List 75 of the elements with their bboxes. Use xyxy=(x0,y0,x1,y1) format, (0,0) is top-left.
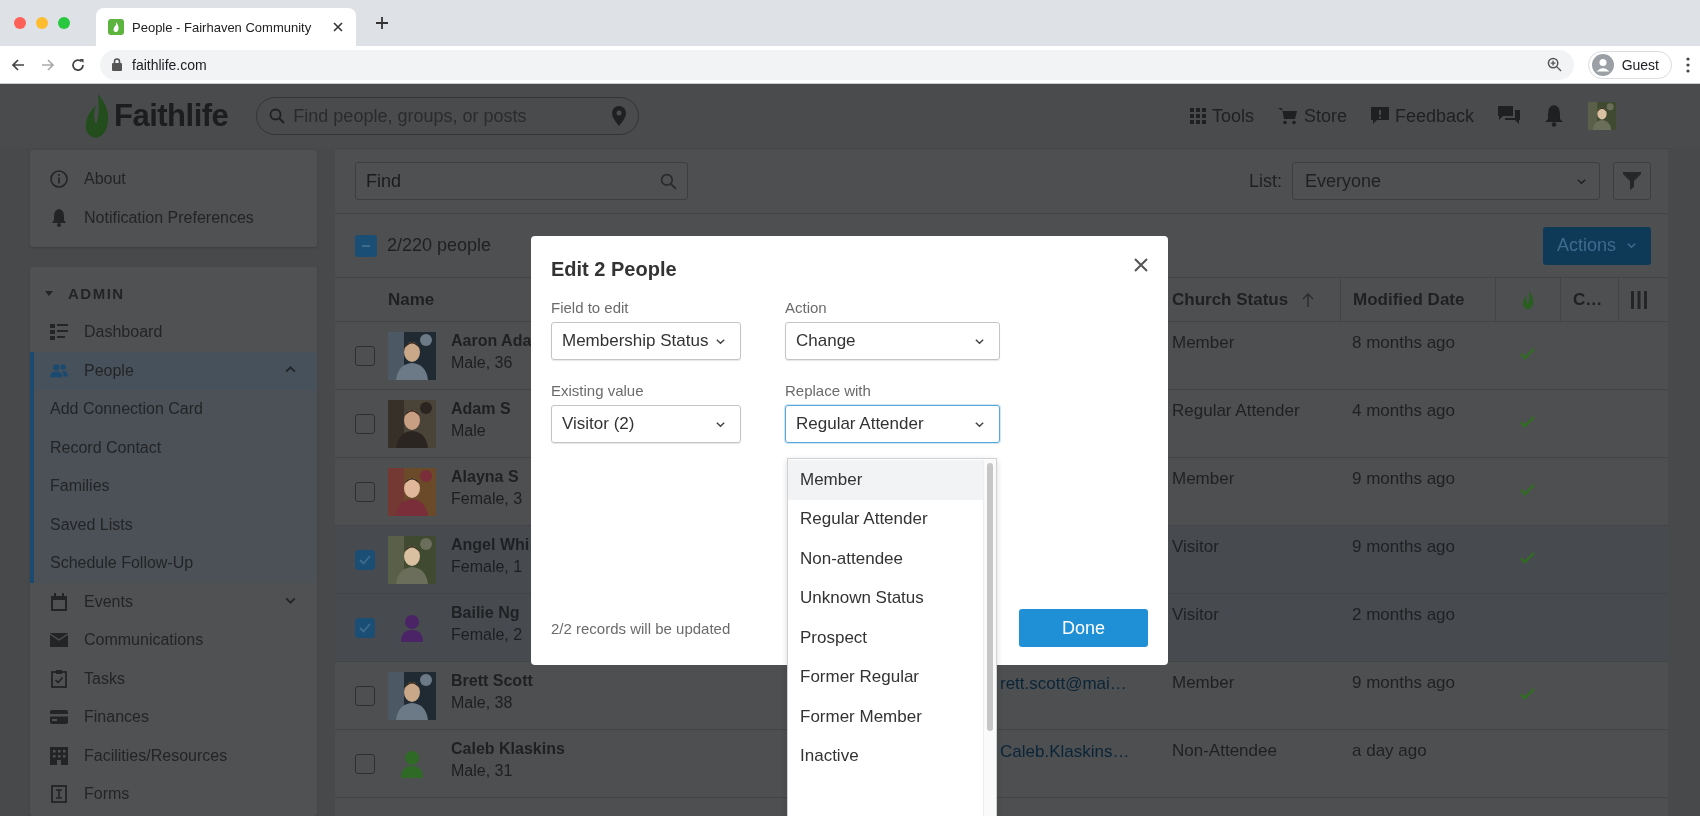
dropdown-option[interactable]: Regular Attender xyxy=(788,499,983,539)
envelope-icon xyxy=(50,633,68,648)
sort-arrow-icon[interactable] xyxy=(1302,291,1315,308)
field-label: Existing value xyxy=(551,382,645,399)
close-icon[interactable] xyxy=(1134,258,1148,272)
row-checkbox[interactable] xyxy=(355,414,375,434)
calendar-icon xyxy=(51,592,67,611)
browser-tab[interactable]: People - Fairhaven Community xyxy=(96,8,356,46)
cart-icon xyxy=(1277,107,1298,125)
scrollbar[interactable] xyxy=(983,460,996,816)
caret-icon xyxy=(44,288,54,298)
address-bar[interactable]: faithlife.com xyxy=(100,49,1574,80)
row-checkbox[interactable] xyxy=(355,686,375,706)
status-text: 2/2 records will be updated xyxy=(551,619,731,637)
building-icon xyxy=(50,746,68,765)
dropdown-option[interactable]: Prospect xyxy=(788,618,983,658)
tab-title: People - Fairhaven Community xyxy=(132,19,313,35)
funnel-icon xyxy=(1623,172,1641,190)
form-icon xyxy=(51,785,67,804)
reload-icon[interactable] xyxy=(70,56,86,73)
flame-icon xyxy=(108,19,124,35)
people-icon xyxy=(50,362,68,379)
checkmark-icon xyxy=(359,623,371,633)
row-checkbox[interactable] xyxy=(355,550,375,570)
grid-icon xyxy=(1189,108,1206,124)
select-field[interactable]: Change xyxy=(785,322,1000,360)
field-label: Action xyxy=(785,299,828,316)
menu-icon[interactable] xyxy=(1686,56,1690,73)
field-label: Field to edit xyxy=(551,299,630,316)
row-checkbox[interactable] xyxy=(355,346,375,366)
back-arrow-icon[interactable] xyxy=(10,56,26,73)
select-field[interactable]: Visitor (2) xyxy=(551,405,741,443)
info-icon xyxy=(50,170,68,189)
map-pin-icon[interactable] xyxy=(612,106,627,126)
dropdown-option[interactable]: Former Member xyxy=(788,697,983,737)
search-icon xyxy=(660,172,677,190)
search-icon xyxy=(269,108,286,124)
email-link[interactable]: rett.scott@mai… xyxy=(1000,674,1127,693)
chat-icon[interactable] xyxy=(1498,106,1520,126)
columns-icon[interactable] xyxy=(1631,290,1647,309)
dropdown-option[interactable]: Inactive xyxy=(788,736,983,776)
dropdown-option[interactable]: Non-attendee xyxy=(788,539,983,579)
select-field[interactable]: Regular Attender xyxy=(785,405,1000,443)
forward-arrow-icon[interactable] xyxy=(40,56,56,73)
row-checkbox[interactable] xyxy=(355,754,375,774)
chevron-icon xyxy=(1626,240,1637,251)
zoom-icon[interactable] xyxy=(1546,57,1562,72)
minimize-window-button[interactable] xyxy=(36,17,48,29)
user-icon xyxy=(1591,53,1614,76)
clipboard-check-icon xyxy=(51,669,67,688)
dropdown-option[interactable]: Member xyxy=(788,460,983,500)
credit-card-icon xyxy=(50,710,68,725)
flame-logo-icon xyxy=(84,94,110,138)
select-all-checkbox[interactable] xyxy=(355,234,377,257)
dialog-title: Edit 2 People xyxy=(551,258,677,281)
close-icon[interactable] xyxy=(332,21,344,33)
field-label: Replace with xyxy=(785,382,872,399)
close-window-button[interactable] xyxy=(14,17,26,29)
lock-icon xyxy=(112,58,122,71)
bell-icon xyxy=(51,208,67,227)
filter-button[interactable] xyxy=(1613,162,1651,200)
bell-icon[interactable] xyxy=(1544,105,1564,127)
speech-bubble-icon xyxy=(1370,107,1389,125)
row-checkbox[interactable] xyxy=(355,618,375,638)
checkmark-icon xyxy=(359,555,371,565)
profile-button[interactable]: Guest xyxy=(1587,50,1672,79)
flame-icon xyxy=(1522,290,1534,309)
email-link[interactable]: Caleb.Klaskins… xyxy=(1000,742,1130,761)
row-checkbox[interactable] xyxy=(355,482,375,502)
dashboard-icon xyxy=(50,324,68,341)
dropdown-option[interactable]: Former Regular xyxy=(788,657,983,697)
done-button[interactable]: Done xyxy=(1019,609,1148,647)
select-field[interactable]: Membership Status xyxy=(551,322,741,360)
dropdown-option[interactable]: Unknown Status xyxy=(788,578,983,618)
maximize-window-button[interactable] xyxy=(58,17,70,29)
